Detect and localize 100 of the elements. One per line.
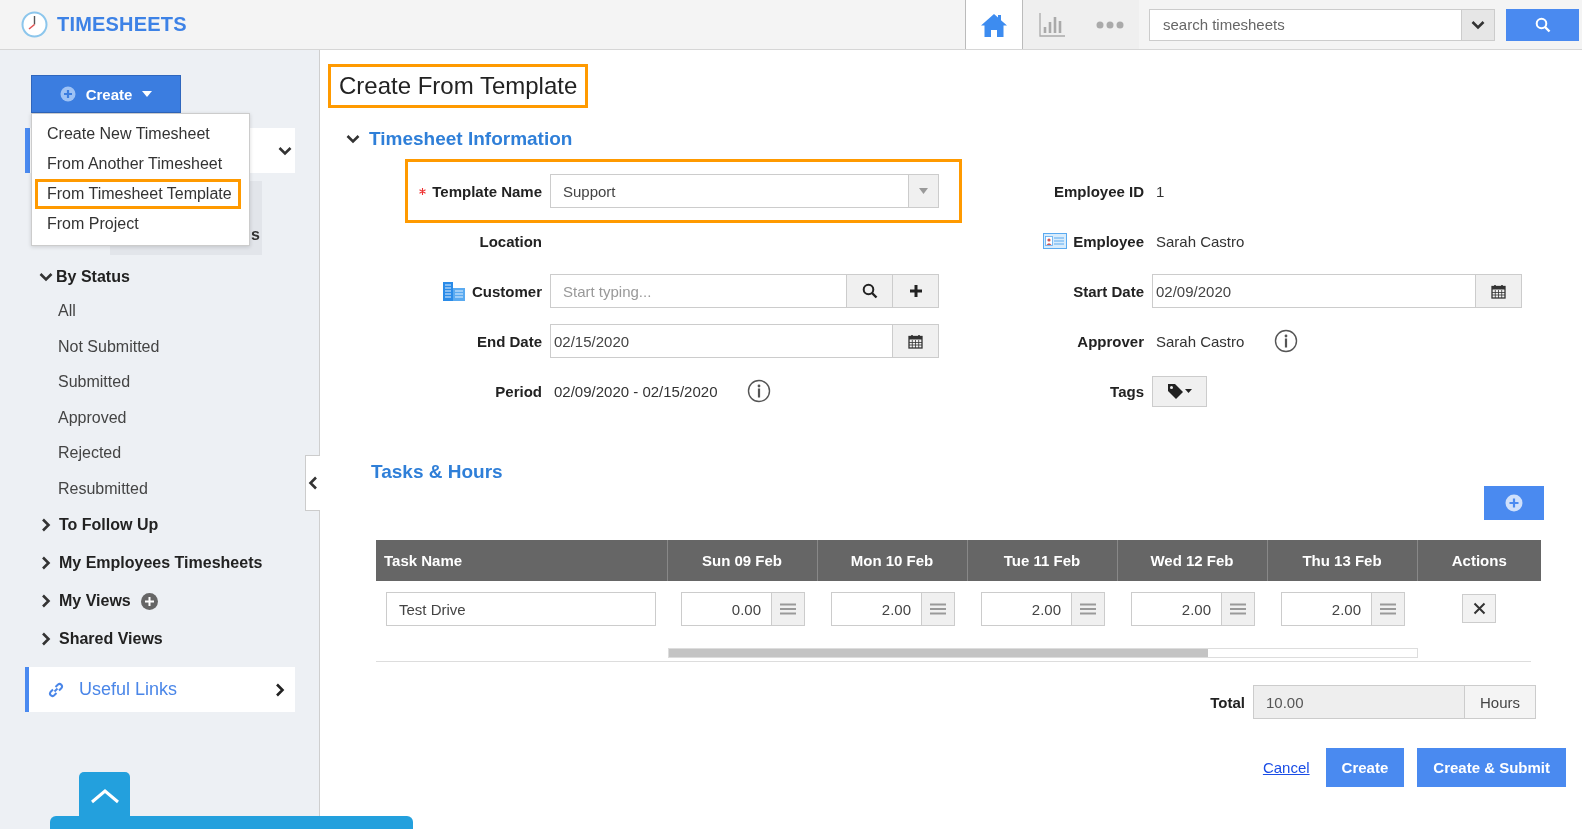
column-header: Sun 09 Feb	[667, 540, 817, 581]
useful-links-panel[interactable]: Useful Links	[25, 667, 295, 712]
cancel-link[interactable]: Cancel	[1262, 759, 1310, 776]
sidebar-group[interactable]: Shared Views	[59, 630, 163, 648]
sidebar-item[interactable]: All	[58, 293, 76, 329]
chevron-right-icon[interactable]	[41, 594, 51, 608]
chevron-down-icon[interactable]	[39, 272, 53, 282]
field-label: Location	[479, 232, 542, 250]
chevron-down-icon	[1471, 19, 1485, 30]
search-icon	[861, 283, 878, 299]
info-icon[interactable]	[1274, 329, 1299, 353]
page-title: Create From Template	[328, 64, 589, 108]
menu-lines-icon	[779, 602, 797, 616]
hours-field[interactable]: 2.00	[981, 592, 1072, 626]
total-field[interactable]: 10.00	[1253, 685, 1465, 719]
column-header: Actions	[1417, 540, 1541, 581]
calendar-button[interactable]	[1476, 274, 1522, 308]
close-icon	[1472, 602, 1486, 615]
chevron-right-icon[interactable]	[41, 518, 51, 532]
field-label: Tags	[1110, 382, 1144, 400]
chevron-up-icon	[89, 788, 120, 804]
calendar-icon	[908, 333, 923, 349]
useful-links-label: Useful Links	[79, 679, 179, 700]
field-value: Sarah Castro	[1155, 332, 1245, 350]
unit-label: Hours	[1465, 685, 1536, 719]
info-icon[interactable]	[747, 379, 772, 403]
hours-field[interactable]: 2.00	[1281, 592, 1372, 626]
menu-item[interactable]: Create New Timesheet	[35, 119, 241, 149]
sidebar-item[interactable]: Not Submitted	[58, 328, 160, 364]
column-header: Wed 12 Feb	[1117, 540, 1267, 581]
date-field[interactable]: 02/15/2020	[550, 324, 893, 358]
field-label: End Date	[477, 332, 542, 350]
customer-field[interactable]: Start typing...	[550, 274, 847, 308]
nav-tab[interactable]	[965, 0, 1023, 49]
sidebar-group[interactable]: My Views	[59, 592, 131, 610]
search-icon	[1534, 16, 1551, 33]
clock-logo-icon	[21, 11, 48, 38]
search-dropdown-button[interactable]	[1462, 8, 1495, 41]
menu-item[interactable]: From Another Timesheet	[35, 149, 241, 179]
calendar-icon	[1491, 283, 1506, 299]
sidebar-group[interactable]: By Status	[56, 268, 130, 286]
link-icon	[47, 680, 65, 699]
sidebar-item[interactable]: Approved	[58, 399, 127, 435]
menu-lines-icon	[929, 602, 947, 616]
menu-lines-icon	[1229, 602, 1247, 616]
chevron-right-icon[interactable]	[41, 556, 51, 570]
add-view-icon[interactable]	[140, 592, 158, 610]
scroll-top-button[interactable]	[79, 772, 130, 816]
search-button[interactable]	[847, 274, 893, 308]
task-name-field[interactable]: Test Drive	[386, 592, 656, 626]
section-title: Tasks & Hours	[371, 460, 503, 484]
date-field[interactable]: 02/09/2020	[1152, 274, 1476, 308]
field-label: Total	[1210, 693, 1245, 711]
column-header: Tue 11 Feb	[967, 540, 1117, 581]
field-value: 02/09/2020 - 02/15/2020	[553, 382, 718, 400]
add-button[interactable]	[893, 274, 939, 308]
sidebar-item[interactable]: Resubmitted	[58, 470, 148, 506]
create-button[interactable]: Create	[31, 75, 181, 113]
app-title: TIMESHEETS	[57, 13, 187, 36]
column-header: Task Name	[376, 540, 667, 581]
chevron-right-icon	[275, 682, 285, 697]
id-card-icon	[1043, 233, 1068, 249]
field-label: Employee	[1073, 232, 1144, 250]
field-label: Customer	[472, 282, 542, 300]
chevron-down-icon[interactable]	[346, 134, 360, 144]
field-label: Approver	[1077, 332, 1144, 350]
chevron-left-icon	[308, 476, 318, 490]
field-value: Sarah Castro	[1155, 232, 1245, 250]
tag-icon	[1166, 383, 1193, 399]
chevron-right-icon[interactable]	[41, 632, 51, 646]
hours-field[interactable]: 2.00	[1131, 592, 1222, 626]
sidebar-item[interactable]: Rejected	[58, 435, 122, 471]
hours-field[interactable]: 0.00	[681, 592, 772, 626]
template-select[interactable]: Support	[550, 174, 909, 208]
calendar-button[interactable]	[893, 324, 939, 358]
caret-icon	[919, 188, 928, 194]
field-label: Employee ID	[1053, 182, 1144, 200]
more-icon	[1096, 20, 1124, 29]
horizontal-scrollbar[interactable]	[668, 648, 1418, 658]
bar-chart-icon	[1038, 11, 1066, 38]
caret-icon	[142, 91, 153, 97]
tags-button[interactable]	[1152, 375, 1207, 407]
section-title[interactable]: Timesheet Information	[369, 128, 573, 150]
collapse-sidebar-handle[interactable]	[305, 455, 320, 511]
sidebar-item[interactable]: s	[251, 225, 260, 245]
hours-field[interactable]: 2.00	[831, 592, 922, 626]
sidebar-group[interactable]: To Follow Up	[59, 516, 159, 534]
sidebar-item[interactable]: Submitted	[58, 364, 131, 400]
menu-item[interactable]: From Timesheet Template	[35, 179, 241, 209]
field-label: Template Name	[432, 182, 542, 200]
home-icon	[980, 11, 1008, 38]
delete-row-button[interactable]	[1462, 594, 1496, 623]
building-icon	[442, 280, 466, 302]
column-header: Mon 10 Feb	[817, 540, 967, 581]
chevron-down-icon[interactable]	[278, 145, 292, 156]
field-label: Period	[495, 382, 542, 400]
search-field[interactable]: search timesheets	[1149, 8, 1462, 41]
add-row-button[interactable]	[1484, 486, 1544, 520]
sidebar-group[interactable]: My Employees Timesheets	[59, 554, 263, 572]
menu-item[interactable]: From Project	[35, 209, 241, 239]
